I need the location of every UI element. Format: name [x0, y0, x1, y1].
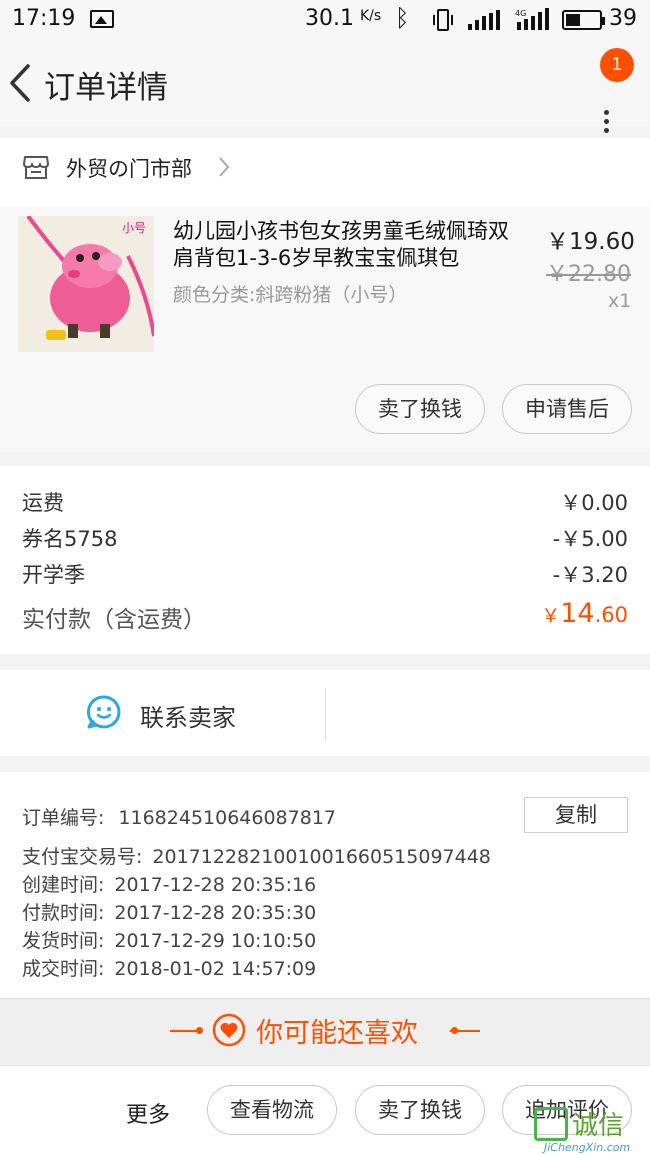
- contact-seller-bar: 联系卖家: [0, 670, 650, 756]
- image-notification-icon: [90, 10, 114, 28]
- copy-button[interactable]: 复制: [524, 797, 628, 833]
- order-number-row: 订单编号: 116824510646087817: [22, 807, 336, 829]
- payment-summary: 运费 ￥0.00 券名5758 -￥5.00 开学季 -￥3.20 实付款（含运…: [0, 466, 650, 654]
- vibrate-icon: [433, 9, 453, 31]
- after-sale-button[interactable]: 申请售后: [502, 384, 632, 434]
- order-info: 订单编号: 116824510646087817 复制 支付宝交易号: 201712…: [0, 772, 650, 998]
- recommend-header: 你可能还喜欢: [0, 998, 650, 1064]
- watermark-text: 诚信: [572, 1111, 625, 1141]
- created-row: 创建时间: 2017-12-28 20:35:16: [22, 874, 317, 896]
- product-sku: 颜色分类:斜跨粉猪（小号）: [173, 284, 408, 306]
- svg-text:4G: 4G: [515, 9, 526, 18]
- page-title: 订单详情: [44, 70, 168, 106]
- shipped-row: 发货时间: 2017-12-29 10:10:50: [22, 930, 317, 952]
- shipped-time: 2017-12-29 10:10:50: [114, 930, 317, 952]
- notification-badge[interactable]: 1: [600, 48, 634, 82]
- paid-row: 付款时间: 2017-12-28 20:35:30: [22, 902, 317, 924]
- recommend-title: 你可能还喜欢: [256, 1018, 418, 1049]
- watermark-url: JiChengXin.com: [544, 1141, 631, 1154]
- alipay-row: 支付宝交易号: 2017122821001001660515097448: [22, 846, 491, 868]
- network-speed: 30.1: [305, 6, 354, 31]
- wifi-signal-icon: [468, 10, 500, 30]
- cellular-signal-icon: 4G: [515, 8, 549, 30]
- order-item[interactable]: 小号 幼儿园小孩书包女孩男童毛绒佩琦双肩背包1-3-6岁早教宝宝佩琪包 颜色分类…: [0, 206, 650, 452]
- paid-amount-value: ￥14.60: [541, 598, 628, 629]
- network-speed-unit: K/s: [360, 8, 382, 24]
- alipay-number: 2017122821001001660515097448: [152, 846, 491, 868]
- promotion-label: 开学季: [22, 563, 85, 587]
- watermark-icon: [534, 1107, 568, 1141]
- paid-amount-label: 实付款（含运费）: [22, 607, 206, 633]
- shipping-fee-value: ￥0.00: [560, 491, 628, 515]
- battery-icon: [562, 10, 605, 30]
- view-logistics-button[interactable]: 查看物流: [207, 1085, 337, 1135]
- resell-button[interactable]: 卖了换钱: [355, 384, 485, 434]
- more-button[interactable]: 更多: [126, 1097, 170, 1129]
- app-header: 订单详情 1: [0, 40, 650, 133]
- shipping-fee-label: 运费: [22, 491, 64, 515]
- closed-row: 成交时间: 2018-01-02 14:57:09: [22, 958, 317, 980]
- product-original-price: ￥22.80: [546, 262, 631, 287]
- battery-percent: 39: [609, 6, 637, 31]
- divider: [325, 688, 326, 740]
- product-thumbnail[interactable]: 小号: [18, 216, 154, 352]
- chevron-right-icon: [219, 157, 230, 177]
- promotion-value: -￥3.20: [552, 563, 628, 587]
- watermark-logo: 诚信 JiChengXin.com: [534, 1103, 650, 1155]
- peppa-bag-image: 小号: [18, 216, 154, 352]
- back-arrow-icon[interactable]: [6, 60, 36, 106]
- decor-line-right: [450, 1030, 480, 1032]
- coupon-label: 券名5758: [22, 527, 118, 551]
- status-time: 17:19: [12, 6, 76, 31]
- product-price: ￥19.60: [546, 229, 635, 255]
- created-time: 2017-12-28 20:35:16: [114, 874, 317, 896]
- product-quantity: x1: [608, 290, 632, 312]
- shop-row[interactable]: 外贸の门市部: [0, 138, 650, 206]
- resell-bottom-button[interactable]: 卖了换钱: [355, 1085, 485, 1135]
- more-options-icon[interactable]: [600, 110, 612, 140]
- order-number: 116824510646087817: [118, 807, 336, 829]
- chat-bubble-icon[interactable]: [86, 694, 122, 730]
- closed-time: 2018-01-02 14:57:09: [114, 958, 317, 980]
- decor-dot-left: [196, 1027, 203, 1034]
- contact-seller-button[interactable]: 联系卖家: [140, 698, 236, 733]
- svg-text:小号: 小号: [122, 221, 146, 235]
- bluetooth-icon: ᛒ: [395, 4, 410, 32]
- shop-icon: [23, 156, 49, 179]
- heart-icon: [212, 1013, 246, 1047]
- shop-name[interactable]: 外贸の门市部: [66, 153, 192, 183]
- product-title[interactable]: 幼儿园小孩书包女孩男童毛绒佩琦双肩背包1-3-6岁早教宝宝佩琪包: [173, 218, 528, 272]
- paid-time: 2017-12-28 20:35:30: [114, 902, 317, 924]
- status-bar: 17:19 30.1 K/s ᛒ 4G 39: [0, 0, 650, 40]
- coupon-value: -￥5.00: [552, 527, 628, 551]
